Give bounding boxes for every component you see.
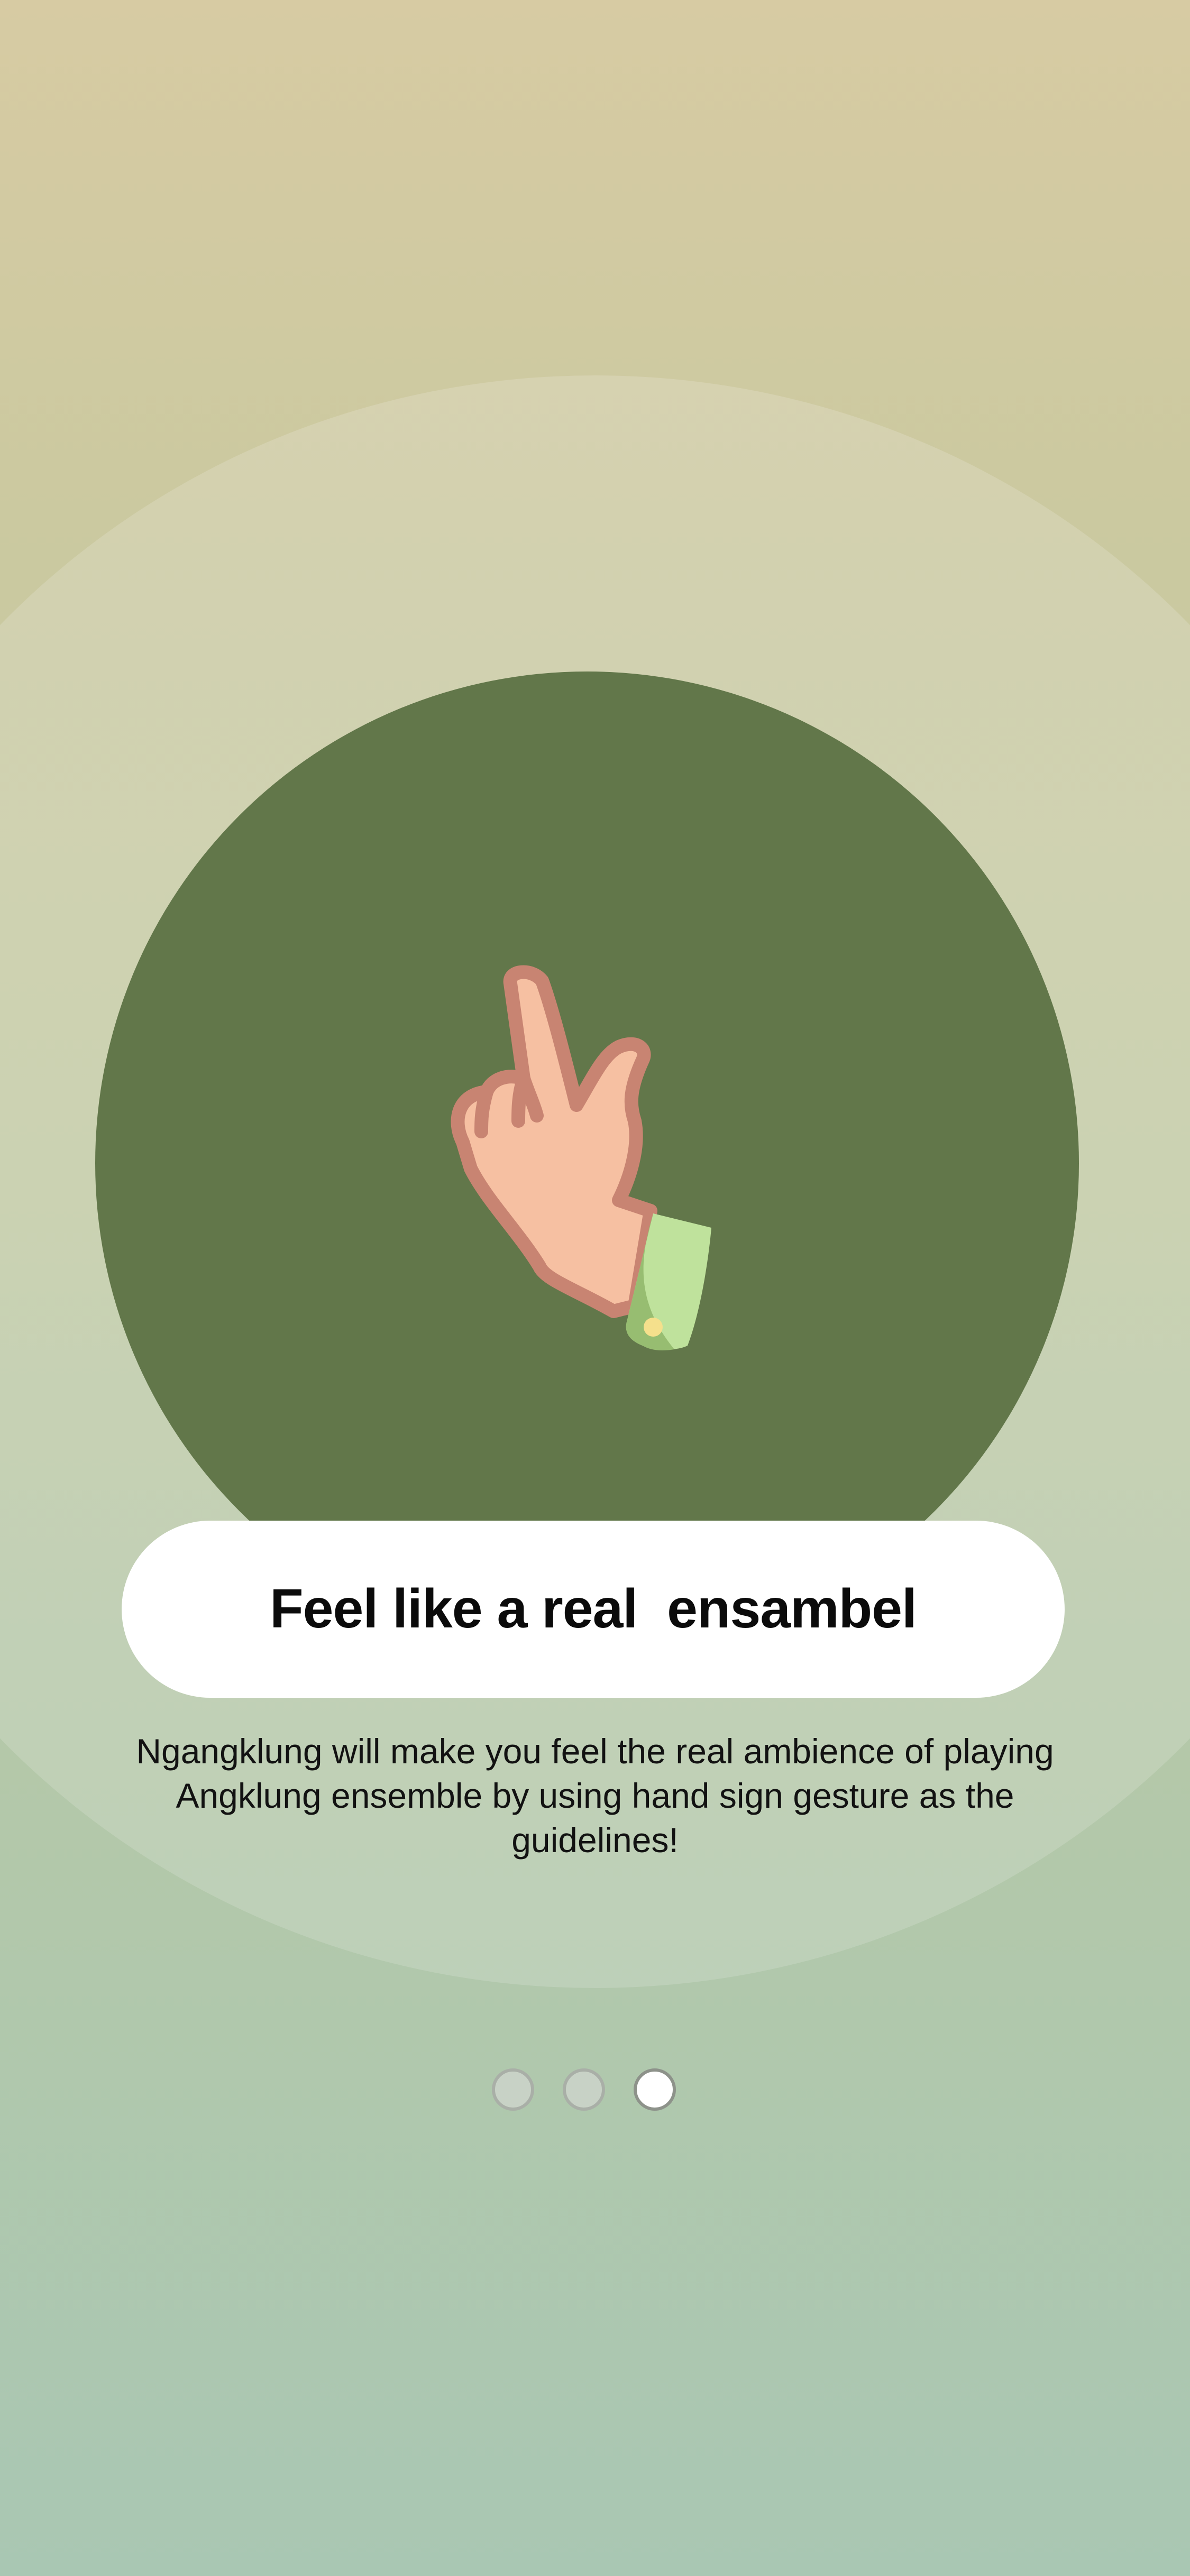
page-dot-1[interactable] [492, 2068, 534, 2111]
onboarding-screen: Feel like a real ensambel Ngangklung wil… [0, 0, 1190, 2576]
title-card: Feel like a real ensambel [122, 1521, 1065, 1698]
onboarding-description: Ngangklung will make you feel the real a… [136, 1732, 1054, 1860]
page-dot-2[interactable] [563, 2068, 605, 2111]
onboarding-title: Feel like a real ensambel [270, 1578, 917, 1640]
page-dot-3-active[interactable] [634, 2068, 676, 2111]
hand-sign-gesture-icon [439, 962, 735, 1364]
page-indicator [492, 2068, 676, 2111]
